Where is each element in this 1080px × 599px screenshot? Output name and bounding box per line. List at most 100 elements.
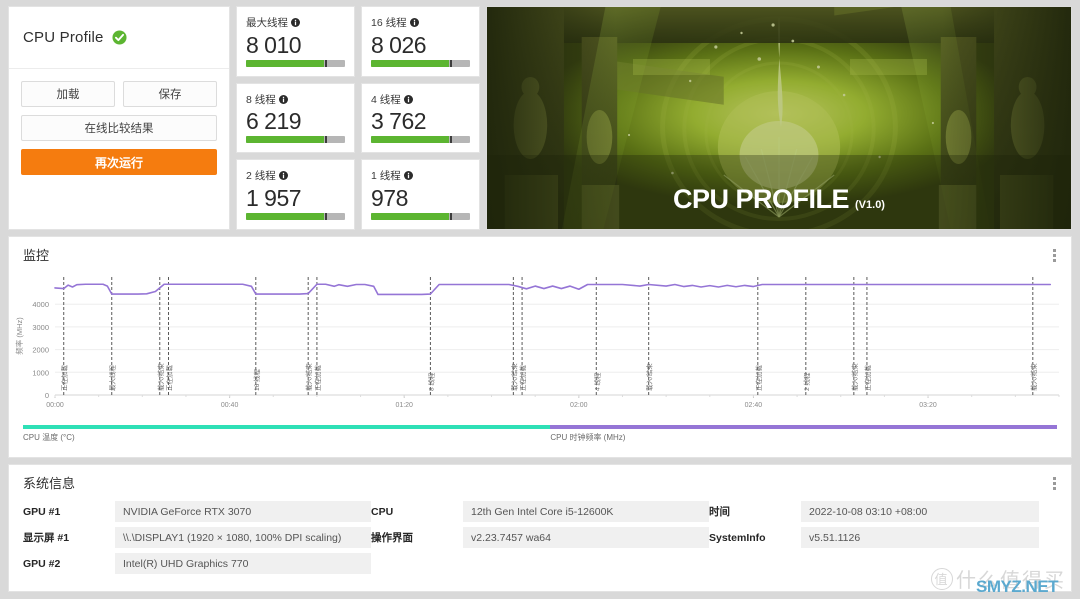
chart-legend: CPU 温度 (°C) CPU 时钟频率 (MHz)	[23, 425, 1057, 451]
info-icon[interactable]	[403, 94, 413, 104]
monitor-panel: 监控 0 1000 2000 3000 4000 频率 (MHz) 00:00 00:40 01…	[8, 236, 1072, 458]
svg-text:正在加载: 正在加载	[863, 365, 872, 392]
score-value: 8 026	[371, 31, 427, 58]
score-label: 4 线程	[371, 93, 401, 106]
score-progress-marker	[450, 136, 453, 144]
score-progress-marker	[450, 212, 453, 220]
sysinfo-row: 操作界面 v2.23.7457 wa64	[371, 527, 709, 548]
sysinfo-key: GPU #1	[23, 505, 61, 518]
score-label-row: 2 线程	[246, 168, 345, 183]
score-progress-bar	[371, 212, 470, 220]
load-save-row: 加载 保存	[21, 81, 217, 107]
score-label: 16 线程	[371, 17, 407, 29]
monitor-title: 监控	[23, 247, 50, 263]
svg-text:载入/结束: 载入/结束	[509, 363, 518, 391]
score-column-right: 16 线程 8 026 4 线程 3 762 1 线程 978	[361, 6, 480, 230]
score-progress-bar	[246, 212, 345, 220]
svg-text:03:20: 03:20	[919, 402, 937, 409]
info-icon[interactable]	[291, 18, 300, 27]
rerun-button[interactable]: 再次运行	[21, 149, 217, 175]
info-icon[interactable]	[409, 18, 419, 27]
score-label-row: 最大线程	[246, 15, 345, 30]
score-progress-marker	[325, 212, 328, 220]
green-check-icon	[112, 30, 127, 45]
score-label-row: 4 线程	[371, 92, 470, 107]
monitor-header: 监控	[9, 237, 1071, 271]
svg-text:正在加载: 正在加载	[60, 365, 69, 392]
monitor-chart: 0 1000 2000 3000 4000 频率 (MHz) 00:00 00:40 01:20…	[9, 271, 1073, 421]
cpu-profile-banner: CPU PROFILE (V1.0)	[486, 6, 1072, 230]
app-window: CPU Profile 加载 保存 在线比较结果 再次运行 最大线程 8 010…	[0, 0, 1080, 599]
top-row: CPU Profile 加载 保存 在线比较结果 再次运行 最大线程 8 010…	[8, 6, 1072, 230]
score-card[interactable]: 16 线程 8 026	[361, 6, 480, 77]
sysinfo-row: CPU 12th Gen Intel Core i5-12600K	[371, 501, 709, 522]
score-value: 6 219	[246, 108, 302, 135]
svg-text:8 线程: 8 线程	[426, 372, 435, 391]
svg-text:载入/结束: 载入/结束	[156, 363, 165, 391]
legend-swatch-clock	[550, 425, 1057, 429]
result-actions: 加载 保存 在线比较结果 再次运行	[9, 69, 229, 175]
sysinfo-value: 12th Gen Intel Core i5-12600K	[463, 501, 709, 522]
svg-text:载入/结束: 载入/结束	[1029, 363, 1038, 391]
score-progress-bar	[371, 59, 470, 67]
banner-title: CPU PROFILE	[673, 184, 850, 214]
info-icon[interactable]	[278, 171, 288, 181]
compare-online-button[interactable]: 在线比较结果	[21, 115, 217, 141]
save-button[interactable]: 保存	[123, 81, 217, 107]
score-progress-fill	[371, 212, 450, 220]
svg-text:0: 0	[45, 391, 49, 400]
banner-caption: CPU PROFILE (V1.0)	[487, 184, 1071, 215]
svg-text:00:00: 00:00	[46, 402, 64, 409]
score-card[interactable]: 2 线程 1 957	[236, 159, 355, 230]
svg-text:16 线程: 16 线程	[252, 368, 261, 391]
sysinfo-value: 2022-10-08 03:10 +08:00	[801, 501, 1039, 522]
info-icon[interactable]	[403, 171, 413, 181]
svg-text:频率 (MHz): 频率 (MHz)	[14, 317, 24, 355]
legend-color-bars	[23, 425, 1057, 429]
score-label: 1 线程	[371, 170, 401, 183]
svg-text:4 线程: 4 线程	[592, 372, 601, 391]
svg-text:正在加载: 正在加载	[754, 365, 763, 392]
sysinfo-value: Intel(R) UHD Graphics 770	[115, 553, 371, 574]
svg-text:载入/结束: 载入/结束	[850, 363, 859, 391]
system-info-panel: 系统信息 GPU #1 NVIDIA GeForce RTX 3070 显示屏 …	[8, 464, 1072, 592]
svg-text:正在加载: 正在加载	[313, 365, 322, 392]
banner-version: (V1.0)	[855, 199, 885, 211]
sysinfo-key: 显示屏 #1	[23, 532, 70, 544]
score-card[interactable]: 最大线程 8 010	[236, 6, 355, 77]
sysinfo-value: v5.51.1126	[801, 527, 1039, 548]
info-icon[interactable]	[278, 94, 288, 104]
page-title: CPU Profile	[23, 29, 104, 46]
score-progress-fill	[246, 59, 325, 67]
score-card[interactable]: 8 线程 6 219	[236, 82, 355, 154]
svg-text:最大线程: 最大线程	[108, 365, 117, 392]
sysinfo-key: GPU #2	[23, 557, 61, 570]
svg-text:02:40: 02:40	[745, 402, 763, 409]
sysinfo-key: CPU	[371, 505, 394, 518]
score-label-row: 8 线程	[246, 92, 345, 107]
chart-svg: 0 1000 2000 3000 4000 频率 (MHz) 00:00 00:40 01:20…	[14, 277, 1060, 409]
kebab-menu-icon[interactable]	[1047, 247, 1061, 263]
svg-text:正在加载: 正在加载	[164, 365, 173, 392]
sysinfo-key: 操作界面	[371, 532, 413, 544]
sysinfo-key: SystemInfo	[709, 531, 766, 544]
svg-text:载入/结束: 载入/结束	[304, 363, 313, 391]
score-value: 8 010	[246, 31, 302, 58]
svg-text:2000: 2000	[32, 346, 49, 355]
result-header: CPU Profile	[9, 7, 229, 69]
score-progress-marker	[325, 59, 328, 67]
score-card[interactable]: 1 线程 978	[361, 159, 480, 230]
sysinfo-value: NVIDIA GeForce RTX 3070	[115, 501, 371, 522]
load-button[interactable]: 加载	[21, 81, 115, 107]
legend-label-clock: CPU 时钟频率 (MHz)	[550, 433, 626, 442]
sysinfo-row: GPU #1 NVIDIA GeForce RTX 3070	[23, 501, 371, 522]
sysinfo-row: GPU #2 Intel(R) UHD Graphics 770	[23, 553, 371, 574]
kebab-menu-icon[interactable]	[1047, 475, 1061, 491]
score-progress-fill	[371, 136, 450, 144]
score-progress-marker	[325, 136, 328, 144]
score-progress-fill	[246, 136, 325, 144]
score-label-row: 16 线程	[371, 15, 470, 30]
score-card[interactable]: 4 线程 3 762	[361, 82, 480, 154]
score-value: 3 762	[371, 108, 427, 135]
svg-text:00:40: 00:40	[221, 402, 239, 409]
